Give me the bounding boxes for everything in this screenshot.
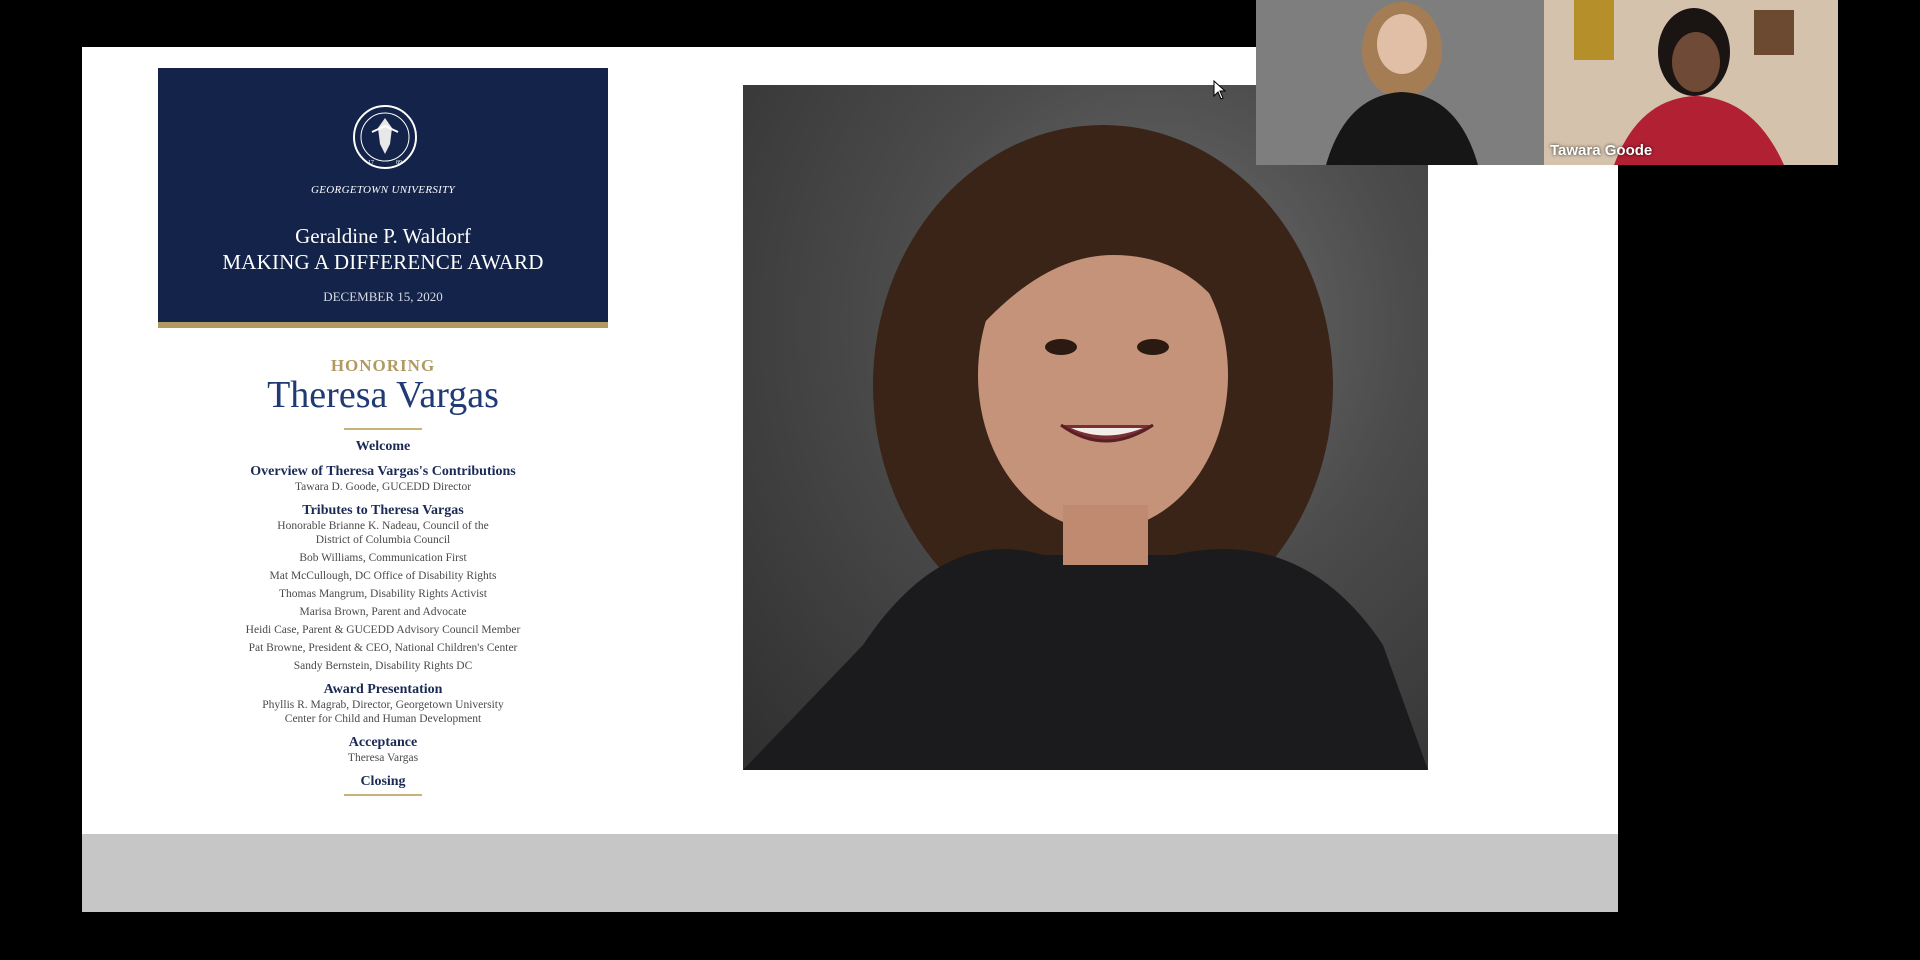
agenda-closing: Closing <box>360 774 406 789</box>
svg-text:89: 89 <box>396 160 402 166</box>
portrait-illustration <box>743 125 1428 770</box>
agenda-tributes-heading: Tributes to Theresa Vargas <box>302 503 464 518</box>
honoree-name: Theresa Vargas <box>267 374 499 416</box>
participant-video-tile[interactable] <box>1256 0 1544 165</box>
slide-footer-band <box>82 834 1618 912</box>
program-header: 17 89 GEORGETOWN UNIVERSITY Geraldine P.… <box>158 68 608 328</box>
tribute-speaker: Pat Browne, President & CEO, National Ch… <box>248 642 518 654</box>
tribute-speaker: Heidi Case, Parent & GUCEDD Advisory Cou… <box>245 624 521 636</box>
divider <box>344 428 422 430</box>
agenda-award-heading: Award Presentation <box>323 682 443 697</box>
tribute-speaker: Thomas Mangrum, Disability Rights Activi… <box>279 588 487 600</box>
award-presenter-line2: Center for Child and Human Development <box>284 713 482 725</box>
honoree-portrait <box>743 85 1428 770</box>
university-name: GEORGETOWN UNIVERSITY <box>311 184 455 196</box>
participant-name: Tawara Goode <box>1550 142 1653 159</box>
tribute-speaker: Mat McCullough, DC Office of Disability … <box>269 570 497 582</box>
divider <box>344 794 422 796</box>
tribute-speaker: District of Columbia Council <box>315 534 451 546</box>
award-name-line2: MAKING A DIFFERENCE AWARD <box>222 250 544 274</box>
award-name-line1: Geraldine P. Waldorf <box>295 224 471 248</box>
svg-text:17: 17 <box>368 160 374 166</box>
tribute-speaker: Sandy Bernstein, Disability Rights DC <box>293 660 473 672</box>
participant-video-tile[interactable]: Tawara Goode <box>1544 0 1838 165</box>
award-date: DECEMBER 15, 2020 <box>323 289 443 304</box>
agenda-acceptance-heading: Acceptance <box>348 735 418 750</box>
tribute-speaker: Honorable Brianne K. Nadeau, Council of … <box>277 520 489 532</box>
university-seal-icon: 17 89 <box>353 105 417 169</box>
mouse-cursor-icon <box>1213 80 1227 100</box>
agenda-overview-heading: Overview of Theresa Vargas's Contributio… <box>250 464 516 479</box>
agenda-welcome: Welcome <box>355 439 411 454</box>
award-presenter-line1: Phyllis R. Magrab, Director, Georgetown … <box>262 699 504 711</box>
tribute-speaker: Bob Williams, Communication First <box>299 552 467 564</box>
agenda-overview-speaker: Tawara D. Goode, GUCEDD Director <box>294 481 472 493</box>
participant-video <box>1544 0 1838 165</box>
honoring-label: HONORING <box>330 356 436 375</box>
tribute-speaker: Marisa Brown, Parent and Advocate <box>299 606 467 618</box>
acceptance-speaker: Theresa Vargas <box>347 752 419 764</box>
program-agenda: HONORING Theresa Vargas Welcome Overview… <box>158 356 608 804</box>
participant-video <box>1256 0 1544 165</box>
